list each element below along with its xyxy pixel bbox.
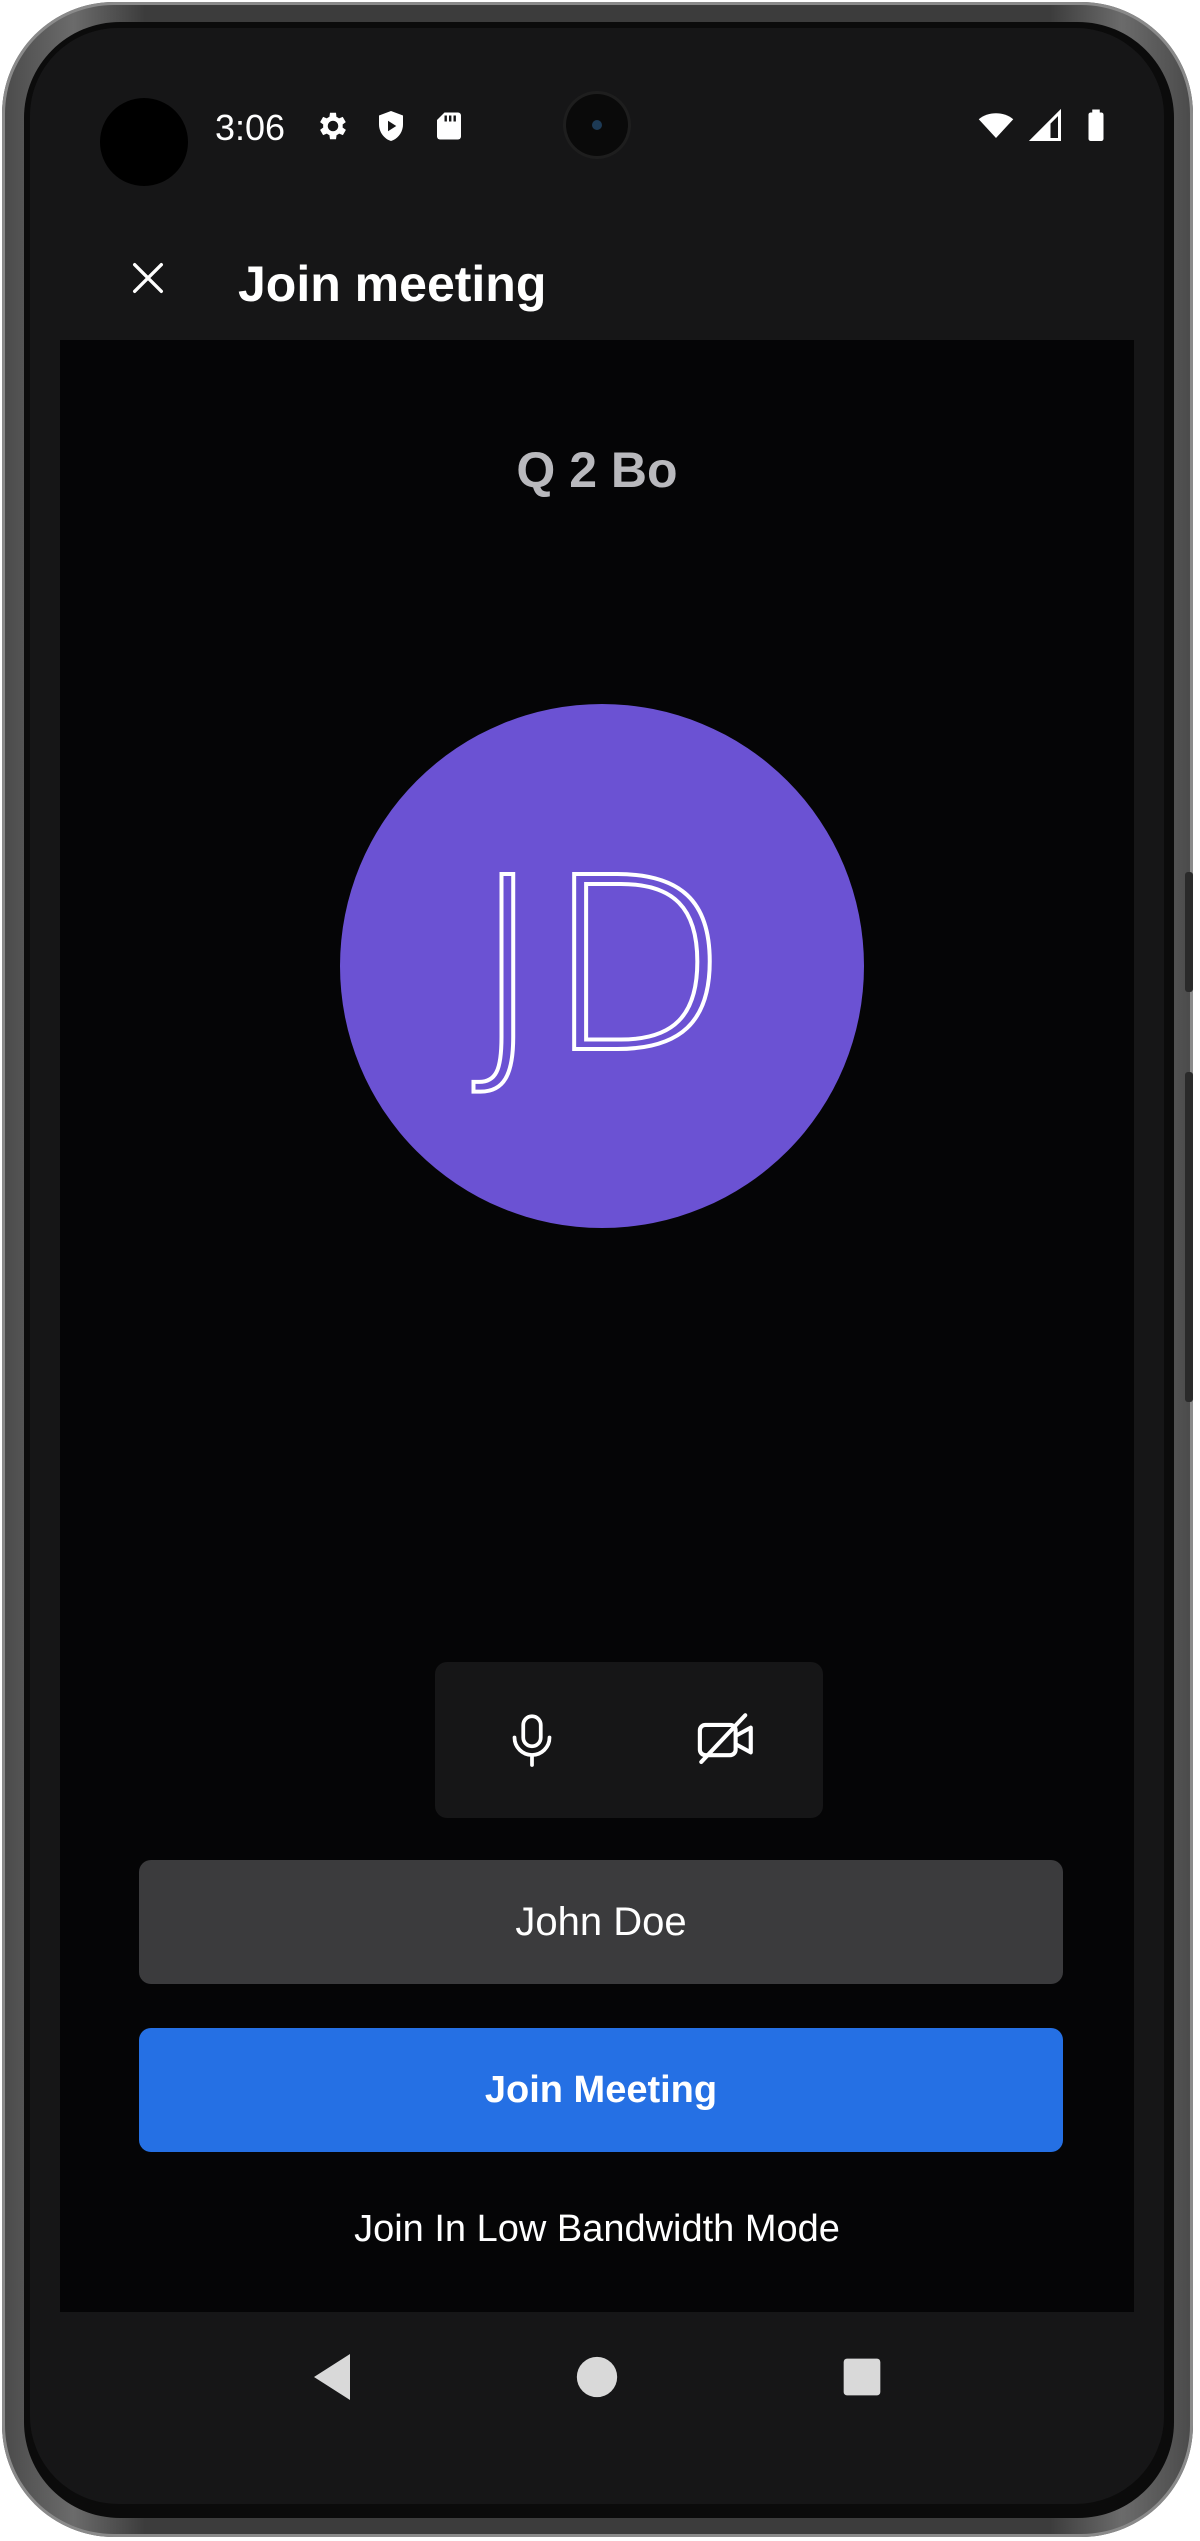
signal-icon [1028,108,1061,141]
recents-icon [843,2358,880,2396]
avatar: JD [340,704,864,1228]
camera-toggle-button[interactable] [671,1685,781,1795]
battery-icon [1088,109,1104,141]
gear-icon [320,112,346,140]
camera-off-icon [697,1713,753,1765]
navigation-bar [30,2312,1164,2442]
status-icons-left [315,108,467,144]
back-button[interactable] [302,2347,362,2407]
app-bar: Join meeting [30,198,1164,338]
back-icon [314,2354,351,2400]
display-name-field[interactable] [139,1860,1063,1984]
join-meeting-button[interactable]: Join Meeting [139,2028,1063,2152]
join-low-bandwidth-link[interactable]: Join In Low Bandwidth Mode [60,2208,1134,2251]
front-camera [566,94,628,156]
microphone-toggle-button[interactable] [477,1685,587,1795]
sd-card-icon [437,112,461,140]
camera-cutout [100,98,188,186]
power-button [1185,1072,1193,1402]
close-button[interactable] [120,250,176,306]
microphone-icon [512,1714,552,1767]
recents-button[interactable] [832,2347,892,2407]
join-content: Q 2 Bo JD Join Meeting Join In Low Ba [60,340,1134,2340]
close-icon [133,263,163,293]
meeting-name: Q 2 Bo [516,442,678,498]
wifi-icon [978,113,1014,138]
page-title: Join meeting [238,256,547,312]
status-time: 3:06 [215,107,286,148]
volume-button [1185,872,1193,992]
home-icon [576,2356,618,2398]
status-bar: 3:06 [30,28,1164,198]
status-icons-right [978,108,1114,144]
screen: 3:06 Join meeting Q 2 Bo JD John Doe Joi… [30,28,1164,2504]
media-controls [435,1662,823,1818]
home-button[interactable] [567,2347,627,2407]
avatar-initials: JD [470,826,732,1106]
shield-play-icon [379,111,403,141]
